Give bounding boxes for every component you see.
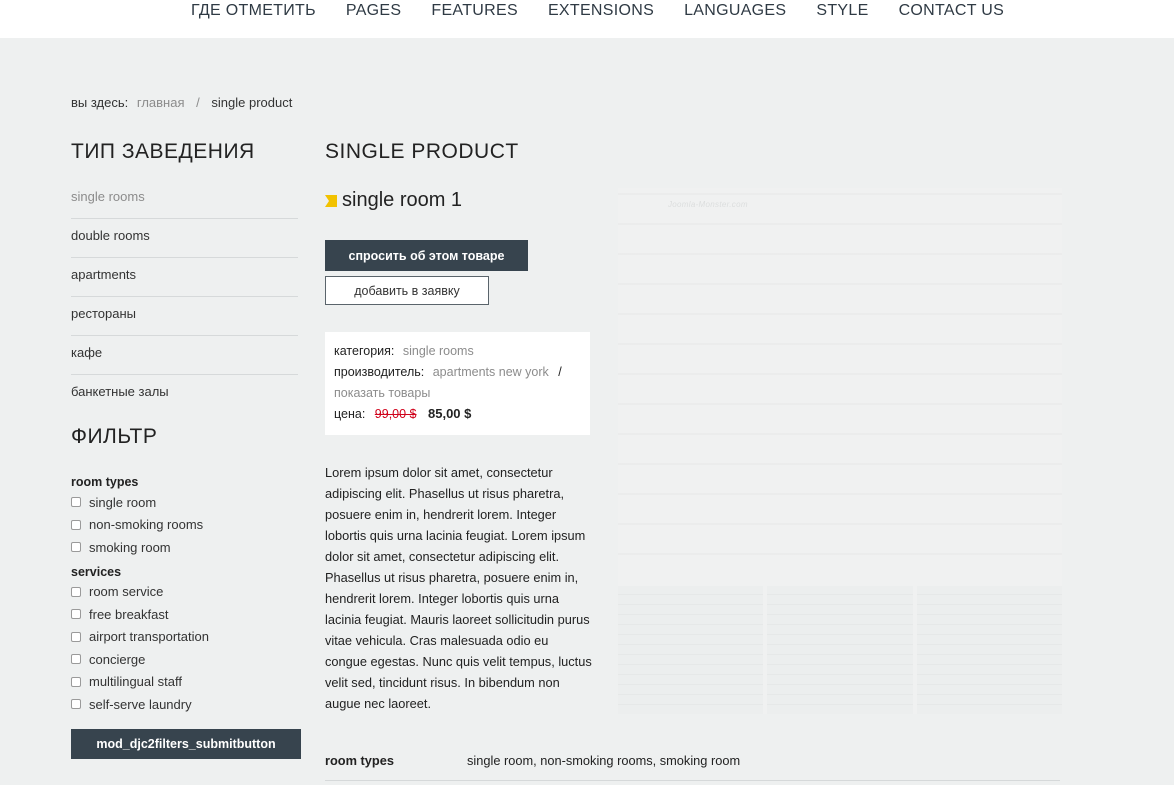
sidebar-item-double-rooms[interactable]: double rooms [71,219,298,258]
product-name: single room 1 [325,189,462,212]
thumbnail-strip [618,586,1062,714]
filter-option-room-service[interactable]: room service [71,581,301,604]
sidebar-item-apartments[interactable]: apartments [71,258,298,297]
checkbox[interactable] [71,519,81,530]
filter-option-single-room[interactable]: single room [71,491,301,514]
producer-link[interactable]: apartments new york [433,365,549,379]
thumbnail-3[interactable] [916,586,1062,714]
breadcrumb-current: single product [211,95,293,110]
nav-item-languages[interactable]: LANGUAGES [684,2,786,20]
producer-row: производитель: apartments new york / [334,364,581,385]
breadcrumb-label: вы здесь: [71,95,129,110]
show-products-row: показать товары [334,385,581,406]
main-nav: ГДЕ ОТМЕТИТЬ PAGES FEATURES EXTENSIONS L… [191,2,1004,20]
thumbnail-2[interactable] [767,586,913,714]
category-row: категория: single rooms [334,343,581,364]
checkbox[interactable] [71,654,81,665]
watermark-text: Joomla-Monster.com [668,200,748,209]
price-label: цена: [334,407,366,421]
filter-option-label: multilingual staff [89,674,182,690]
checkbox[interactable] [71,631,81,642]
checkbox[interactable] [71,542,81,553]
sidebar-item-single-rooms[interactable]: single rooms [71,180,298,219]
producer-separator: / [558,365,562,379]
filter-group-title-room-types: room types [71,475,139,489]
thumbnail-1[interactable] [618,586,764,714]
filter-option-label: self-serve laundry [89,696,192,712]
old-price: 99,00 $ [374,407,417,421]
nav-item-features[interactable]: FEATURES [431,2,518,20]
product-image[interactable]: Joomla-Monster.com [618,188,1062,714]
filter-option-label: airport transportation [89,629,209,645]
checkbox[interactable] [71,676,81,687]
category-title: ТИП ЗАВЕДЕНИЯ [71,140,255,163]
filter-title: ФИЛЬТР [71,425,158,448]
show-products-link[interactable]: показать товары [334,386,430,400]
price-row: цена: 99,00 $ 85,00 $ [334,406,581,427]
filter-option-label: non-smoking rooms [89,517,204,533]
filter-group-title-services: services [71,564,122,579]
filter-option-laundry[interactable]: self-serve laundry [71,693,301,716]
category-label: категория: [334,344,395,358]
filter-option-label: room service [89,584,164,600]
nav-item-pages[interactable]: PAGES [346,2,401,20]
attribute-row: room types single room, non-smoking room… [325,750,1060,781]
filter-option-label: free breakfast [89,606,169,622]
filter-panel: room types single room non-smoking rooms… [71,473,301,716]
attribute-name: room types [325,753,394,768]
checkbox[interactable] [71,497,81,508]
nav-item-contact[interactable]: CONTACT US [899,2,1005,20]
top-bar: ГДЕ ОТМЕТИТЬ PAGES FEATURES EXTENSIONS L… [0,0,1174,38]
filter-option-label: single room [89,494,157,510]
nav-item-extensions[interactable]: EXTENSIONS [548,2,654,20]
product-image-main: Joomla-Monster.com [618,188,1062,583]
ask-about-product-button[interactable]: спросить об этом товаре [325,240,528,271]
product-description: Lorem ipsum dolor sit amet, consectetur … [325,465,592,711]
sidebar-item-cafe[interactable]: кафе [71,336,298,375]
checkbox[interactable] [71,609,81,620]
breadcrumb-home-link[interactable]: главная [137,95,185,110]
filter-option-free-breakfast[interactable]: free breakfast [71,603,301,626]
category-link[interactable]: single rooms [403,344,474,358]
nav-item-where[interactable]: ГДЕ ОТМЕТИТЬ [191,2,316,20]
product-name-text: single room 1 [342,189,463,211]
category-list: single rooms double rooms apartments рес… [71,180,298,414]
attribute-value: single room, non-smoking rooms, smoking … [467,753,741,768]
filter-option-airport[interactable]: airport transportation [71,626,301,649]
checkbox[interactable] [71,586,81,597]
filter-option-label: smoking room [89,539,171,555]
sidebar-item-banquet-halls[interactable]: банкетные залы [71,375,298,414]
filter-option-smoking[interactable]: smoking room [71,536,301,559]
nav-item-style[interactable]: STYLE [816,2,868,20]
filter-option-non-smoking[interactable]: non-smoking rooms [71,514,301,537]
add-to-request-button[interactable]: добавить в заявку [325,276,489,305]
breadcrumb: вы здесь: главная / single product [71,95,292,110]
filter-submit-button[interactable]: mod_djc2filters_submitbutton [71,729,301,759]
filter-option-multilingual[interactable]: multilingual staff [71,671,301,694]
new-price: 85,00 $ [428,406,472,421]
filter-option-label: concierge [89,651,146,667]
producer-label: производитель: [334,365,425,379]
flag-icon [325,194,337,207]
product-info-box: категория: single rooms производитель: a… [325,332,590,435]
page-title: SINGLE PRODUCT [325,140,519,163]
filter-option-concierge[interactable]: concierge [71,648,301,671]
sidebar-item-restaurants[interactable]: рестораны [71,297,298,336]
checkbox[interactable] [71,699,81,710]
breadcrumb-separator: / [196,95,200,110]
